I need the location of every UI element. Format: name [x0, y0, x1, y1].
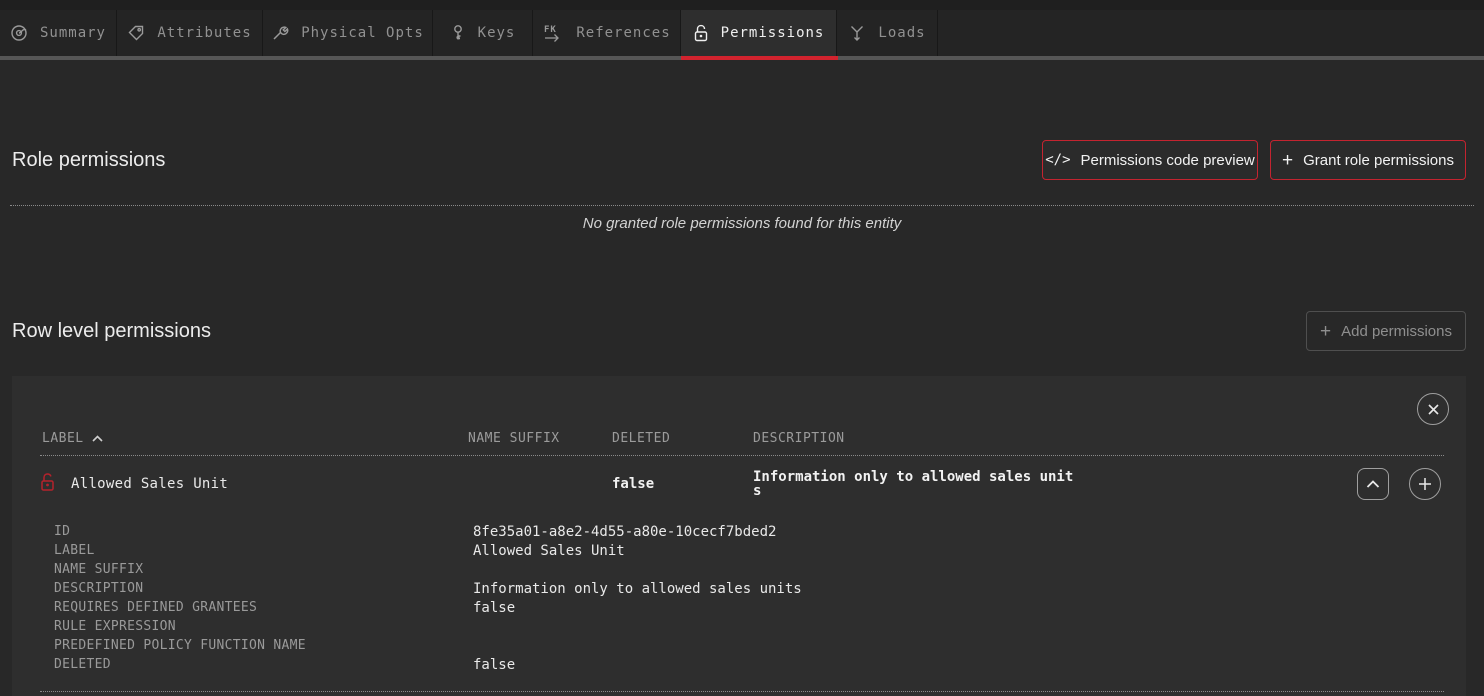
tag-icon — [127, 24, 145, 42]
sort-asc-icon — [92, 435, 103, 442]
plus-icon — [1418, 477, 1432, 491]
code-icon: </> — [1045, 152, 1070, 168]
window-top-strip — [0, 0, 1484, 10]
column-header-label[interactable]: LABEL — [42, 431, 103, 446]
tab-loads[interactable]: Loads — [837, 10, 938, 56]
empty-role-permissions-message: No granted role permissions found for th… — [0, 215, 1484, 232]
detail-row-description: DESCRIPTIONInformation only to allowed s… — [54, 579, 802, 598]
add-permissions-button[interactable]: + Add permissions — [1306, 311, 1466, 351]
row-deleted-value: false — [612, 476, 654, 492]
column-header-name-suffix[interactable]: NAME SUFFIX — [468, 431, 560, 446]
plus-icon: + — [1320, 322, 1331, 341]
add-row-entry-button[interactable] — [1409, 468, 1441, 500]
target-icon — [10, 24, 28, 42]
row-bottom-separator — [40, 691, 1444, 692]
detail-row-requires-defined-grantees: REQUIRES DEFINED GRANTEESfalse — [54, 598, 802, 617]
permissions-code-preview-button[interactable]: </> Permissions code preview — [1042, 140, 1258, 180]
detail-row-label: LABELAllowed Sales Unit — [54, 541, 802, 560]
button-label: Permissions code preview — [1081, 152, 1255, 169]
button-label: Grant role permissions — [1303, 152, 1454, 169]
key-icon — [450, 24, 466, 42]
row-level-permissions-panel: LABEL NAME SUFFIX DELETED DESCRIPTION Al… — [12, 376, 1466, 696]
tab-label: Permissions — [721, 25, 825, 41]
entity-tab-bar: Summary Attributes Physical Opts Keys FK — [0, 10, 1484, 56]
plus-icon: + — [1282, 151, 1293, 170]
lock-icon — [693, 24, 709, 43]
row-level-permissions-title: Row level permissions — [12, 320, 211, 343]
grant-role-permissions-button[interactable]: + Grant role permissions — [1270, 140, 1466, 180]
tab-label: Attributes — [157, 25, 251, 41]
close-icon — [1427, 403, 1440, 416]
collapse-row-button[interactable] — [1357, 468, 1389, 500]
tab-summary[interactable]: Summary — [0, 10, 117, 56]
tab-label: Physical Opts — [301, 25, 424, 41]
button-label: Add permissions — [1341, 323, 1452, 340]
row-label: Allowed Sales Unit — [71, 476, 228, 492]
wrench-icon — [271, 24, 289, 42]
table-header-row: LABEL NAME SUFFIX DELETED DESCRIPTION — [12, 431, 1466, 447]
tab-keys[interactable]: Keys — [433, 10, 533, 56]
detail-row-id: ID8fe35a01-a8e2-4d55-a80e-10cecf7bded2 — [54, 522, 802, 541]
role-permissions-title: Role permissions — [12, 149, 165, 172]
tab-references[interactable]: FK References — [533, 10, 681, 56]
column-header-deleted[interactable]: DELETED — [612, 431, 670, 446]
role-permissions-separator — [10, 205, 1474, 206]
table-header-separator — [40, 455, 1444, 456]
svg-text:FK: FK — [544, 25, 557, 35]
tab-physical-opts[interactable]: Physical Opts — [263, 10, 433, 56]
tab-label: Loads — [878, 25, 925, 41]
detail-row-rule-expression: RULE EXPRESSION — [54, 617, 802, 636]
column-header-description[interactable]: DESCRIPTION — [753, 431, 845, 446]
merge-icon — [848, 24, 866, 42]
close-panel-button[interactable] — [1417, 393, 1449, 425]
fk-arrow-icon: FK — [542, 23, 564, 43]
row-lock-icon — [39, 472, 56, 493]
chevron-up-icon — [1366, 480, 1380, 488]
tab-label: References — [576, 25, 670, 41]
row-description-value: Information only to allowed sales units — [753, 470, 1078, 498]
tab-label: Summary — [40, 25, 106, 41]
tab-permissions[interactable]: Permissions — [681, 10, 837, 56]
tab-attributes[interactable]: Attributes — [117, 10, 263, 56]
detail-row-predefined-policy-function-name: PREDEFINED POLICY FUNCTION NAME — [54, 636, 802, 655]
detail-row-deleted: DELETEDfalse — [54, 655, 802, 674]
row-details: ID8fe35a01-a8e2-4d55-a80e-10cecf7bded2 L… — [54, 522, 802, 674]
tab-label: Keys — [478, 25, 516, 41]
tab-bar-filler — [938, 10, 1484, 56]
active-tab-underline — [681, 56, 838, 60]
detail-row-name-suffix: NAME SUFFIX — [54, 560, 802, 579]
